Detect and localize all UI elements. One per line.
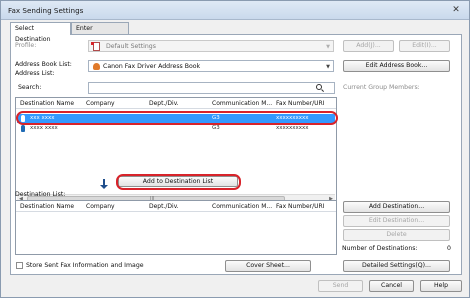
person-icon	[21, 125, 25, 132]
address-list-label: Address List:	[15, 70, 55, 77]
column-header-company[interactable]: Company	[86, 203, 115, 210]
selected-row-highlight	[16, 111, 338, 125]
arrow-down-head-icon	[100, 185, 108, 189]
detailed-settings-button[interactable]: Detailed Settings(Q)...	[343, 260, 450, 272]
chevron-down-icon: ▼	[326, 64, 330, 70]
destination-list-header: Destination Name Company Dept./Div. Comm…	[16, 201, 336, 212]
number-of-destinations-value: 0	[447, 245, 451, 252]
profile-value: Default Settings	[106, 43, 156, 50]
tab-select-destination[interactable]: Select Destination	[10, 22, 71, 43]
profile-document-icon	[93, 42, 100, 51]
address-book-icon	[93, 63, 100, 70]
address-book-value: Canon Fax Driver Address Book	[103, 63, 201, 70]
help-button[interactable]: Help	[420, 280, 462, 292]
store-sent-fax-checkbox[interactable]	[16, 262, 23, 269]
row-fax-number: xxxxxxxxxx	[276, 125, 309, 131]
chevron-down-icon: ▼	[326, 44, 330, 50]
column-header-destination-name[interactable]: Destination Name	[20, 100, 74, 107]
search-icon-handle	[320, 89, 325, 93]
row-destination-name: xxxx xxxx	[30, 125, 58, 131]
profile-red-mark-icon	[91, 42, 94, 45]
close-icon[interactable]: ✕	[447, 4, 465, 17]
search-label: Search:	[18, 84, 42, 91]
fax-sending-settings-dialog: Fax Sending Settings ✕ Select Destinatio…	[0, 0, 470, 298]
title-bar: Fax Sending Settings ✕	[1, 1, 469, 20]
search-input[interactable]	[88, 82, 335, 94]
edit-destination-button[interactable]: Edit Destination...	[343, 215, 450, 227]
profile-add-button[interactable]: Add(J)...	[343, 40, 394, 52]
select-destination-panel: Profile: Default Settings ▼ Add(J)... Ed…	[10, 34, 462, 275]
tab-enter-destination[interactable]: Enter Destination	[71, 22, 129, 43]
column-header-destination-name[interactable]: Destination Name	[20, 203, 74, 210]
column-header-fax-number[interactable]: Fax Number/URI	[276, 203, 325, 210]
profile-edit-button[interactable]: Edit(I)...	[399, 40, 450, 52]
address-book-combo[interactable]: Canon Fax Driver Address Book ▼	[88, 60, 334, 72]
window-title: Fax Sending Settings	[8, 6, 84, 15]
store-sent-fax-label: Store Sent Fax Information and Image	[26, 262, 144, 269]
row-communication-mode: G3	[212, 125, 220, 131]
column-header-communication-mode[interactable]: Communication M...	[212, 100, 272, 107]
destination-list-label: Destination List:	[15, 191, 66, 198]
column-header-dept[interactable]: Dept./Div.	[149, 100, 179, 107]
destination-list-grid[interactable]: Destination Name Company Dept./Div. Comm…	[15, 200, 337, 255]
column-header-fax-number[interactable]: Fax Number/URI	[276, 100, 325, 107]
address-list-header: Destination Name Company Dept./Div. Comm…	[16, 98, 336, 109]
profile-combo[interactable]: Default Settings ▼	[88, 40, 334, 52]
address-book-label: Address Book List:	[15, 61, 72, 68]
add-button-highlight	[116, 174, 241, 190]
send-button[interactable]: Send	[318, 280, 363, 292]
add-destination-button[interactable]: Add Destination...	[343, 201, 450, 213]
column-header-dept[interactable]: Dept./Div.	[149, 203, 179, 210]
cover-sheet-button[interactable]: Cover Sheet...	[225, 260, 311, 272]
delete-destination-button[interactable]: Delete	[343, 229, 450, 241]
column-header-communication-mode[interactable]: Communication M...	[212, 203, 272, 210]
cancel-button[interactable]: Cancel	[369, 280, 414, 292]
edit-address-book-button[interactable]: Edit Address Book...	[343, 60, 450, 72]
table-row[interactable]: xxxx xxxx G3 xxxxxxxxxx	[17, 124, 335, 133]
number-of-destinations-label: Number of Destinations:	[342, 245, 418, 252]
current-group-members-label: Current Group Members:	[343, 84, 420, 91]
column-header-company[interactable]: Company	[86, 100, 115, 107]
